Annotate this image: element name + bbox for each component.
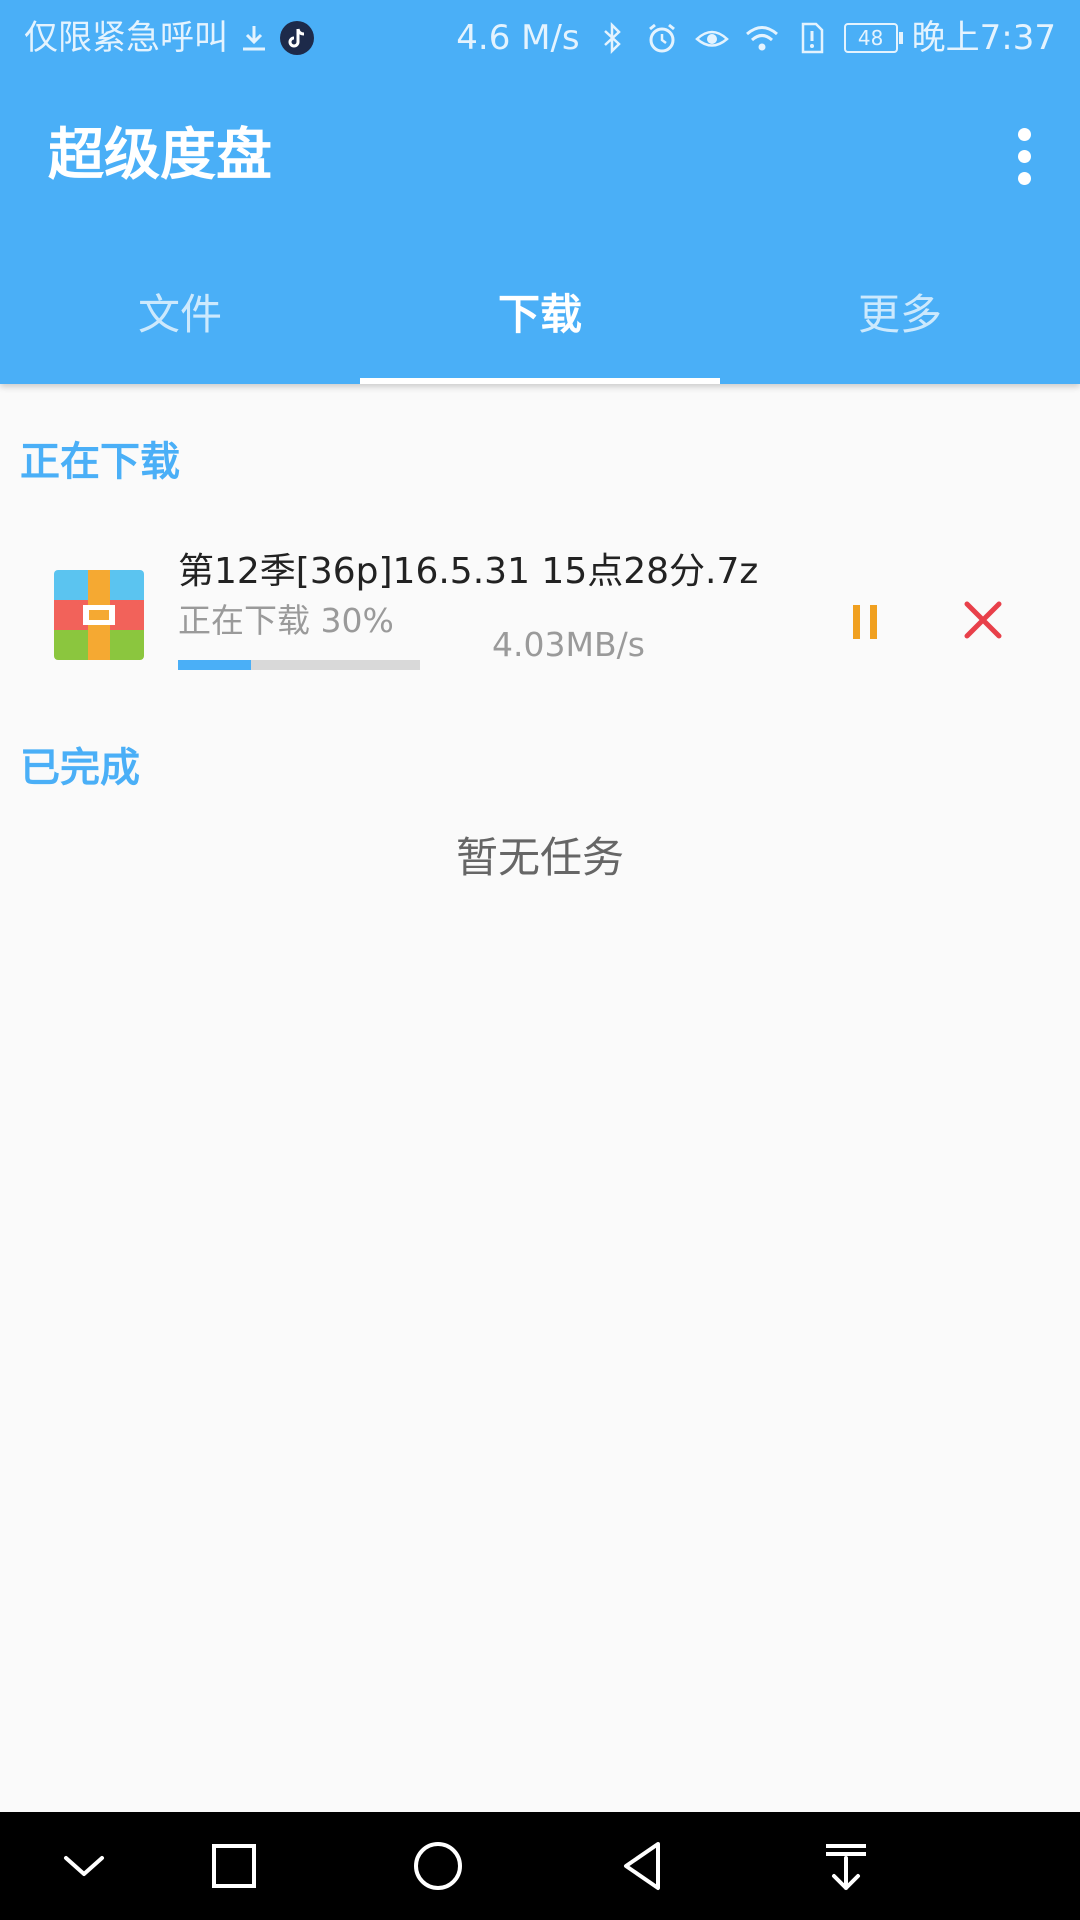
app-header: 仅限紧急呼叫 4.6 M/s 48 晚上7:37 超级度盘 文件 下载 更多 <box>0 0 1080 384</box>
wifi-icon <box>745 26 778 51</box>
tab-label: 下载 <box>497 290 582 339</box>
net-speed: 4.6 M/s <box>456 18 580 58</box>
file-name: 第12季[36p]16.5.31 15点28分.7z <box>178 551 759 592</box>
system-navigation-bar <box>0 1812 1080 1920</box>
battery-icon: 48 <box>843 23 903 53</box>
pause-icon[interactable] <box>840 594 890 650</box>
tab-downloads[interactable]: 下载 <box>360 264 720 384</box>
status-left: 仅限紧急呼叫 <box>24 14 314 62</box>
app-root: 仅限紧急呼叫 4.6 M/s 48 晚上7:37 超级度盘 文件 下载 更多 正… <box>0 0 1080 1920</box>
progress-bar <box>178 660 420 670</box>
status-right: 4.6 M/s 48 晚上7:37 <box>456 14 1056 62</box>
more-vertical-icon[interactable] <box>994 118 1054 194</box>
status-bar: 仅限紧急呼叫 4.6 M/s 48 晚上7:37 <box>0 0 1080 76</box>
download-status: 正在下载 30% <box>178 601 394 640</box>
alarm-icon <box>648 23 675 53</box>
progress-fill <box>178 660 251 670</box>
tab-files[interactable]: 文件 <box>0 264 360 384</box>
tab-label: 文件 <box>137 290 222 339</box>
tab-bar: 文件 下载 更多 <box>0 264 1080 384</box>
download-speed: 4.03MB/s <box>492 625 645 664</box>
notification-pull-icon[interactable] <box>816 1836 876 1896</box>
eye-icon <box>694 30 729 47</box>
completed-section-title: 已完成 <box>20 745 140 791</box>
bluetooth-icon <box>603 21 621 55</box>
close-icon[interactable] <box>955 592 1011 648</box>
downloading-section-title: 正在下载 <box>20 439 180 485</box>
sim-alert-icon <box>801 22 823 54</box>
carrier-text: 仅限紧急呼叫 <box>24 18 228 58</box>
empty-state-text: 暂无任务 <box>455 833 624 882</box>
tiktok-icon <box>280 21 314 55</box>
tab-label: 更多 <box>857 290 942 339</box>
collapse-icon[interactable] <box>54 1836 114 1896</box>
back-icon[interactable] <box>612 1836 672 1896</box>
download-icon <box>243 26 265 51</box>
archive-icon <box>54 570 144 660</box>
download-item[interactable]: 第12季[36p]16.5.31 15点28分.7z 正在下载 30% 4.03… <box>0 530 1080 680</box>
recents-icon[interactable] <box>204 1836 264 1896</box>
toolbar: 超级度盘 <box>0 76 1080 236</box>
home-icon[interactable] <box>408 1836 468 1896</box>
clock: 晚上7:37 <box>911 18 1056 58</box>
tab-more[interactable]: 更多 <box>720 264 1080 384</box>
app-title: 超级度盘 <box>48 123 272 188</box>
